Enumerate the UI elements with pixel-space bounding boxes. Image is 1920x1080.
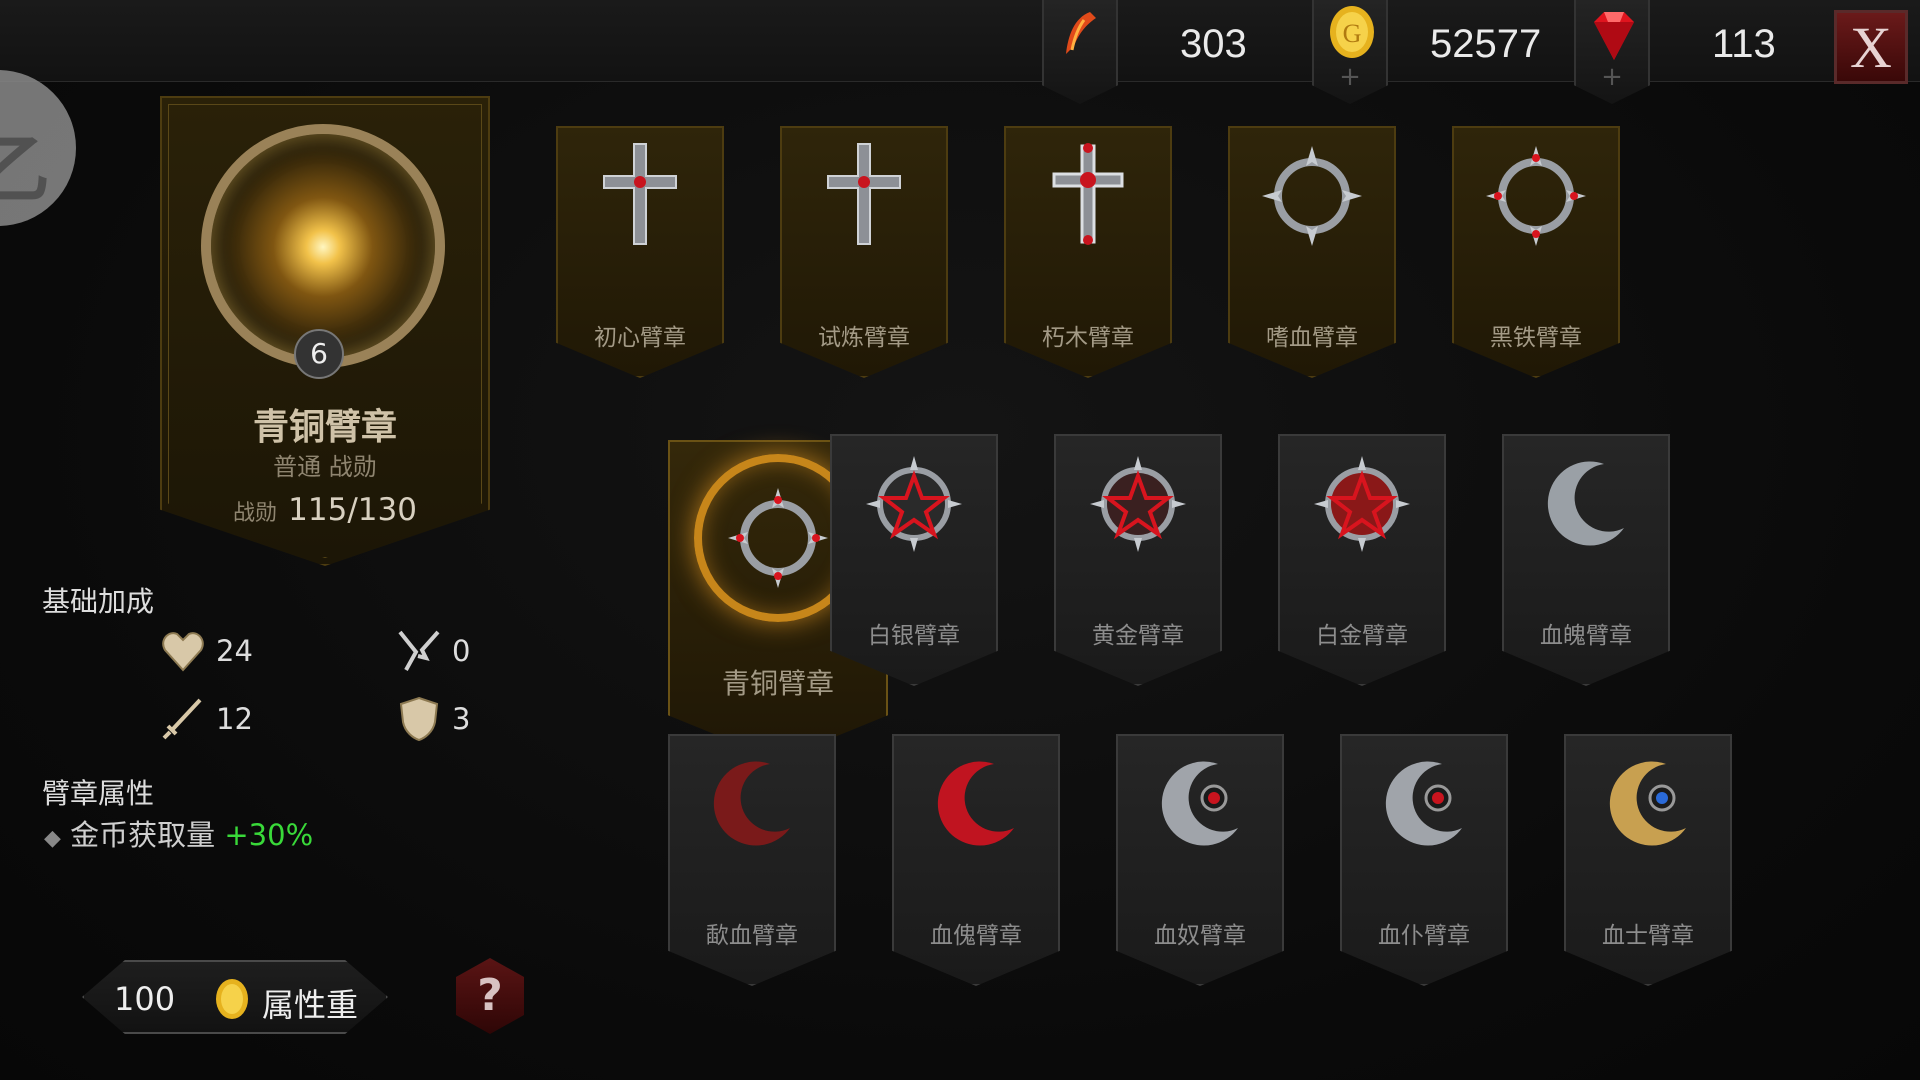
armband-emblem-icon xyxy=(1476,136,1596,256)
armband-name: 黄金臂章 xyxy=(1092,623,1184,649)
armband-card[interactable]: 白金臂章 xyxy=(1278,434,1446,686)
armband-emblem-icon xyxy=(1028,136,1148,256)
armband-attr-title: 臂章属性 xyxy=(42,777,155,810)
stat-hp-value: 24 xyxy=(216,634,253,668)
armband-card[interactable]: 血奴臂章 xyxy=(1116,734,1284,986)
armband-emblem-icon xyxy=(1364,744,1484,864)
stat-crit: 0 xyxy=(396,628,470,674)
gold-plus-icon: + xyxy=(1339,62,1361,92)
armband-card[interactable]: 嗜血臂章 xyxy=(1228,126,1396,378)
selected-armband-type: 普通 战勋 xyxy=(273,453,377,481)
stat-hp: 24 xyxy=(160,628,253,674)
armband-card[interactable]: 血傀臂章 xyxy=(892,734,1060,986)
merit-label: 战勋 xyxy=(233,501,278,526)
armband-emblem-icon xyxy=(804,136,924,256)
energy-value: 303 xyxy=(1180,22,1247,66)
heart-icon xyxy=(160,628,206,674)
reforge-button[interactable]: 100 属性重铸 xyxy=(82,960,388,1034)
help-button[interactable]: ? xyxy=(456,958,524,1034)
armband-name: 试炼臂章 xyxy=(818,325,910,351)
armband-card[interactable]: 试炼臂章 xyxy=(780,126,948,378)
armband-card[interactable]: 黄金臂章 xyxy=(1054,434,1222,686)
armband-name: 血奴臂章 xyxy=(1154,923,1246,949)
armband-name: 白银臂章 xyxy=(868,623,960,649)
armband-name: 嗜血臂章 xyxy=(1266,325,1358,351)
close-button[interactable]: X xyxy=(1834,10,1908,84)
armband-emblem-icon xyxy=(1252,136,1372,256)
feather-icon xyxy=(1066,12,1096,54)
gems-holder[interactable]: + xyxy=(1574,0,1650,104)
armband-name: 歃血臂章 xyxy=(706,923,798,949)
attr-name: 金币获取量 xyxy=(70,818,216,852)
armband-name: 初心臂章 xyxy=(594,325,686,351)
armband-name: 血魄臂章 xyxy=(1540,623,1632,649)
stat-defense-value: 3 xyxy=(452,702,471,736)
armband-card[interactable]: 血仆臂章 xyxy=(1340,734,1508,986)
merit-progress: 战勋 115/130 xyxy=(160,492,490,528)
gold-value: 52577 xyxy=(1430,22,1542,66)
reforge-label: 属性重铸 xyxy=(262,986,359,1070)
reforge-cost: 100 xyxy=(114,980,176,1018)
gems-value: 113 xyxy=(1712,22,1776,66)
sword-icon xyxy=(160,696,206,742)
stat-crit-value: 0 xyxy=(452,634,471,668)
base-bonus-title: 基础加成 xyxy=(42,585,155,618)
armband-name: 血仆臂章 xyxy=(1378,923,1470,949)
armband-name: 血士臂章 xyxy=(1602,923,1694,949)
armband-card[interactable]: 朽木臂章 xyxy=(1004,126,1172,378)
attr-bullet: ◆ xyxy=(44,826,61,851)
armband-emblem-icon xyxy=(916,744,1036,864)
armband-emblem-icon xyxy=(692,744,812,864)
armband-emblem-icon xyxy=(854,444,974,564)
stat-attack-value: 12 xyxy=(216,702,253,736)
gold-holder[interactable]: G + xyxy=(1312,0,1388,104)
armband-card[interactable]: 初心臂章 xyxy=(556,126,724,378)
coin-icon xyxy=(216,979,248,1019)
stat-attack: 12 xyxy=(160,696,253,742)
attr-bonus: +30% xyxy=(224,818,314,852)
crit-icon xyxy=(396,628,442,674)
armband-name: 朽木臂章 xyxy=(1042,325,1134,351)
stat-defense: 3 xyxy=(396,696,470,742)
armband-emblem-icon xyxy=(1140,744,1260,864)
armband-card[interactable]: 白银臂章 xyxy=(830,434,998,686)
armband-emblem-icon xyxy=(1078,444,1198,564)
gems-plus-icon: + xyxy=(1601,62,1623,92)
svg-text:G: G xyxy=(1343,19,1362,48)
top-bar: 303 G + 52577 + 113 X xyxy=(0,0,1920,104)
armband-emblem-icon xyxy=(1588,744,1708,864)
selected-armband-name: 青铜臂章 xyxy=(252,407,397,448)
armband-card[interactable]: 血士臂章 xyxy=(1564,734,1732,986)
ruby-icon xyxy=(1594,12,1634,60)
armband-attr-line: ◆ 金币获取量 +30% xyxy=(44,812,313,854)
armband-name: 黑铁臂章 xyxy=(1490,325,1582,351)
armband-emblem-icon xyxy=(1302,444,1422,564)
back-icon: 乙 xyxy=(0,127,50,213)
energy-holder[interactable] xyxy=(1042,0,1118,104)
armband-level-badge: 6 xyxy=(294,329,344,379)
armband-card[interactable]: 血魄臂章 xyxy=(1502,434,1670,686)
coin-icon: G xyxy=(1330,6,1374,58)
armband-emblem-icon xyxy=(1526,444,1646,564)
armband-name: 血傀臂章 xyxy=(930,923,1022,949)
armband-emblem-icon xyxy=(580,136,700,256)
merit-value: 115/130 xyxy=(288,492,417,528)
armband-card[interactable]: 黑铁臂章 xyxy=(1452,126,1620,378)
armband-card[interactable]: 歃血臂章 xyxy=(668,734,836,986)
armband-name: 白金臂章 xyxy=(1316,623,1408,649)
armband-emblem-icon xyxy=(718,478,838,598)
shield-icon xyxy=(396,696,442,742)
back-button[interactable]: 乙 xyxy=(0,70,76,226)
